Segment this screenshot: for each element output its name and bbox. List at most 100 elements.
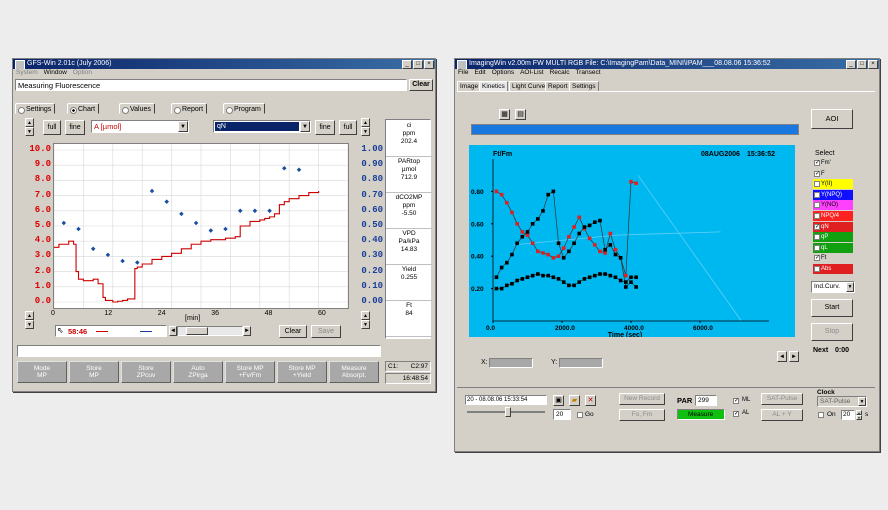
open-folder-icon[interactable]: ▰: [569, 395, 580, 406]
clock-spinner[interactable]: ▲ ▼: [856, 410, 862, 420]
legend-checkbox[interactable]: [814, 234, 820, 241]
menu-transect[interactable]: Transect: [575, 69, 600, 77]
legend-item[interactable]: Abs: [813, 264, 853, 274]
tab-report[interactable]: Report: [171, 103, 208, 114]
legend-checkbox[interactable]: ✓: [814, 255, 820, 262]
minimize-icon[interactable]: _: [402, 60, 412, 69]
chevron-down-icon[interactable]: ▼: [858, 397, 866, 406]
chevron-down-icon[interactable]: ▼: [178, 121, 188, 132]
menu-file[interactable]: File: [458, 69, 468, 77]
maximize-icon[interactable]: □: [413, 60, 423, 69]
fo-fm-button[interactable]: Fo, Fm: [619, 409, 665, 421]
save-button[interactable]: Save: [311, 325, 341, 338]
aoi-button[interactable]: AOI: [811, 109, 853, 129]
bottom-action-button[interactable]: Auto ZPirga: [173, 361, 223, 383]
chart-print-icon[interactable]: ▤: [515, 109, 526, 120]
legend-checkbox[interactable]: [814, 266, 820, 272]
chart-scroll-left-icon[interactable]: ◄: [777, 351, 787, 362]
menu-system[interactable]: System: [16, 69, 38, 77]
clock-on-checkbox[interactable]: [818, 412, 824, 418]
time-scrollbar[interactable]: [177, 326, 243, 336]
menu-window[interactable]: Window: [44, 69, 67, 77]
close-icon[interactable]: ×: [868, 60, 878, 69]
chart-copy-icon[interactable]: ▦: [499, 109, 510, 120]
legend-checkbox[interactable]: [814, 213, 820, 219]
menu-options[interactable]: Options: [492, 69, 514, 77]
legend-checkbox[interactable]: ✓: [814, 170, 820, 177]
spin-down-icon[interactable]: ▼: [361, 320, 370, 329]
legend-item[interactable]: NPQ/4: [813, 211, 853, 221]
scroll-thumb[interactable]: [186, 327, 208, 335]
legend-checkbox[interactable]: [814, 202, 820, 209]
legend-item[interactable]: ✓ F: [813, 168, 853, 179]
legend-item[interactable]: qL: [813, 242, 853, 253]
legend-item[interactable]: ✓ qN: [813, 221, 853, 232]
clear-chart-button[interactable]: Clear: [279, 325, 307, 338]
legend-checkbox[interactable]: [814, 191, 820, 198]
menu-edit[interactable]: Edit: [474, 69, 485, 77]
menu-aoi-list[interactable]: AOI-List: [520, 69, 543, 77]
right-param-select[interactable]: qN ▼: [213, 120, 311, 133]
bottom-action-button[interactable]: Store ZPcuv: [121, 361, 171, 383]
clear-top-button[interactable]: Clear: [409, 79, 433, 91]
left-fine-button[interactable]: fine: [65, 120, 85, 135]
new-record-button[interactable]: New Record: [619, 393, 665, 405]
scroll-right-icon[interactable]: ►: [243, 326, 251, 336]
par-field[interactable]: 299: [695, 395, 717, 406]
delete-record-icon[interactable]: ✕: [585, 395, 596, 406]
chart-scroll-right-icon[interactable]: ►: [789, 351, 799, 362]
bottom-action-button[interactable]: Mode MP: [17, 361, 67, 383]
right-fine-button[interactable]: fine: [315, 120, 335, 135]
left-full-button[interactable]: full: [43, 120, 61, 135]
spin-up-icon[interactable]: ▲: [25, 118, 34, 127]
close-icon[interactable]: ×: [424, 60, 434, 69]
go-checkbox[interactable]: [577, 412, 583, 418]
spin-down-icon[interactable]: ▼: [856, 415, 862, 420]
legend-checkbox[interactable]: [814, 244, 820, 251]
maximize-icon[interactable]: □: [857, 60, 867, 69]
menu-option[interactable]: Option: [73, 69, 92, 77]
clock-select[interactable]: SAT-Pulse ▼: [817, 396, 867, 407]
spin-up-icon[interactable]: ▲: [361, 118, 370, 127]
tab-settings[interactable]: Settings: [15, 103, 56, 114]
start-button[interactable]: Start: [811, 299, 853, 317]
chevron-down-icon[interactable]: ▼: [846, 282, 854, 292]
chevron-down-icon[interactable]: ▼: [300, 121, 310, 132]
legend-item[interactable]: Y(NO): [813, 200, 853, 211]
stop-button[interactable]: Stop: [811, 323, 853, 341]
legend-item[interactable]: ✓ Fm': [813, 158, 853, 168]
bottom-action-button[interactable]: Store MP: [69, 361, 119, 383]
legend-item[interactable]: Y(NPQ): [813, 189, 853, 200]
bottom-action-button[interactable]: Store MP +Fv/Fm: [225, 361, 275, 383]
spin-up-icon[interactable]: ▲: [25, 311, 34, 320]
bottom-right-spinner[interactable]: ▲ ▼: [361, 311, 370, 330]
sat-pulse-button[interactable]: SAT-Pulse: [761, 393, 803, 405]
left-axis-spinner[interactable]: ▲ ▼: [25, 118, 34, 137]
ml-checkbox[interactable]: ✓: [733, 398, 739, 404]
legend-item[interactable]: qP: [813, 232, 853, 243]
spin-down-icon[interactable]: ▼: [25, 127, 34, 136]
legend-item[interactable]: Y(II): [813, 179, 853, 190]
tab-program[interactable]: Program: [223, 103, 265, 114]
right-axis-spinner[interactable]: ▲ ▼: [361, 118, 370, 137]
mode-select[interactable]: Ind.Curv. ▼: [811, 281, 855, 293]
record-field[interactable]: 20 - 08.08.06 15:33:54: [465, 395, 547, 405]
clock-interval-field[interactable]: 20: [841, 410, 855, 420]
tab-chart[interactable]: Chart: [67, 103, 100, 114]
spin-down-icon[interactable]: ▼: [361, 127, 370, 136]
legend-checkbox[interactable]: ✓: [814, 223, 820, 230]
scroll-left-icon[interactable]: ◄: [169, 326, 177, 336]
bottom-action-button[interactable]: Measure Absorpt.: [329, 361, 379, 383]
legend-checkbox[interactable]: ✓: [814, 160, 820, 166]
minimize-icon[interactable]: _: [846, 60, 856, 69]
right-full-button[interactable]: full: [339, 120, 357, 135]
record-index-field[interactable]: 20: [553, 409, 571, 420]
spin-down-icon[interactable]: ▼: [25, 320, 34, 329]
al-y-button[interactable]: AL + Y: [761, 409, 803, 421]
al-checkbox[interactable]: ✓: [733, 411, 739, 417]
menu-recalc[interactable]: Recalc: [550, 69, 570, 77]
bottom-action-button[interactable]: Store MP +Yield: [277, 361, 327, 383]
save-record-icon[interactable]: ▣: [553, 395, 564, 406]
bottom-left-spinner[interactable]: ▲ ▼: [25, 311, 34, 330]
measure-button[interactable]: Measure: [677, 409, 725, 420]
